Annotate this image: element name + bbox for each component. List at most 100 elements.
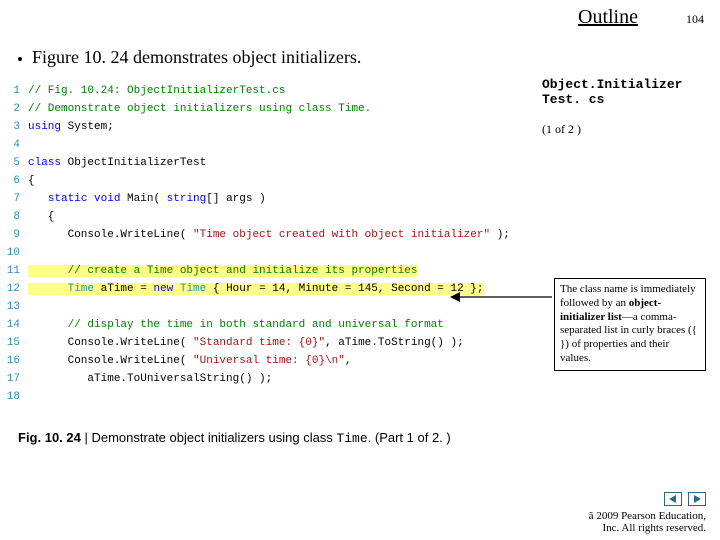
prev-button[interactable] [664,492,682,506]
code-token: [] args ) [206,193,265,205]
code-line: 3using System; [4,118,540,136]
code-token: string [167,193,207,205]
code-token: System; [61,121,114,133]
code-token: "Universal time: {0}\n" [193,355,345,367]
code-token: "Standard time: {0}" [193,337,325,349]
line-number: 11 [4,262,28,280]
code-token: Console.WriteLine( [28,355,193,367]
code-token: { [28,211,54,223]
side-filename: Object.Initializer Test. cs [542,78,708,108]
code-content: Console.WriteLine( "Time object created … [28,229,510,241]
code-line: 15 Console.WriteLine( "Standard time: {0… [4,334,540,352]
line-number: 18 [4,388,28,406]
code-content: // Fig. 10.24: ObjectInitializerTest.cs [28,85,285,97]
code-token: new [153,283,173,295]
code-content: Console.WriteLine( "Universal time: {0}\… [28,355,351,367]
code-token: Main( [120,193,166,205]
triangle-right-icon [692,494,702,504]
code-token [173,283,180,295]
code-line: 6{ [4,172,540,190]
line-number: 7 [4,190,28,208]
code-line: 10 [4,244,540,262]
code-token: "Time object created with object initial… [193,229,490,241]
caption-text2: . (Part 1 of 2. ) [368,430,451,445]
line-number: 8 [4,208,28,226]
side-filename-line2: Test. cs [542,92,604,107]
code-line: 11 // create a Time object and initializ… [4,262,540,280]
caption-text1: Demonstrate object initializers using cl… [91,430,336,445]
code-token: // create a Time object and initialize i… [68,265,418,277]
code-line: 4 [4,136,540,154]
code-pane: 1// Fig. 10.24: ObjectInitializerTest.cs… [0,76,540,406]
code-content: using System; [28,121,114,133]
line-number: 5 [4,154,28,172]
line-number: 9 [4,226,28,244]
code-line: 9 Console.WriteLine( "Time object create… [4,226,540,244]
code-token: aTime.ToUniversalString() ); [28,373,272,385]
code-token: // display the time in both standard and… [68,319,444,331]
caption-mono: Time [336,431,367,446]
outline-heading: Outline [578,6,638,29]
code-line: 1// Fig. 10.24: ObjectInitializerTest.cs [4,82,540,100]
code-line: 16 Console.WriteLine( "Universal time: {… [4,352,540,370]
line-number: 1 [4,82,28,100]
line-number: 3 [4,118,28,136]
line-number: 2 [4,100,28,118]
code-content: class ObjectInitializerTest [28,157,206,169]
page-number: 104 [686,12,704,27]
code-token [28,283,68,295]
code-token [28,193,48,205]
code-line: 5class ObjectInitializerTest [4,154,540,172]
copyright-line1: 2009 Pearson Education, [594,510,706,522]
line-number: 13 [4,298,28,316]
code-token: Time [180,283,206,295]
code-token: Console.WriteLine( [28,337,193,349]
bullet-intro: Figure 10. 24 demonstrates object initia… [0,29,720,76]
line-number: 16 [4,352,28,370]
line-number: 12 [4,280,28,298]
slide-nav [589,492,706,506]
code-token: { Hour = 14, Minute = 145, Second = 12 }… [206,283,483,295]
code-token: static [48,193,88,205]
line-number: 15 [4,334,28,352]
line-number: 4 [4,136,28,154]
code-line: 8 { [4,208,540,226]
code-token: Console.WriteLine( [28,229,193,241]
code-token: // Demonstrate object initializers using… [28,103,371,115]
code-token [28,319,68,331]
callout-box: The class name is immediately followed b… [554,278,706,371]
code-content: // display the time in both standard and… [28,319,444,331]
code-token: aTime = [94,283,153,295]
arrow-icon [450,290,552,304]
code-content: aTime.ToUniversalString() ); [28,373,272,385]
code-content: static void Main( string[] args ) [28,193,266,205]
code-content: Time aTime = new Time { Hour = 14, Minut… [28,283,484,295]
code-line: 17 aTime.ToUniversalString() ); [4,370,540,388]
code-token: , aTime.ToString() ); [325,337,464,349]
caption-lead: Fig. 10. 24 [18,430,84,445]
code-token: class [28,157,61,169]
code-token: // Fig. 10.24: ObjectInitializerTest.cs [28,85,285,97]
triangle-left-icon [668,494,678,504]
figure-caption: Fig. 10. 24 | Demonstrate object initial… [0,406,720,446]
code-token: ); [490,229,510,241]
line-number: 17 [4,370,28,388]
code-line: 2// Demonstrate object initializers usin… [4,100,540,118]
code-content: // create a Time object and initialize i… [28,265,417,277]
code-token: , [345,355,352,367]
line-number: 10 [4,244,28,262]
line-number: 6 [4,172,28,190]
copyright-line2: Inc. All rights reserved. [602,522,706,534]
code-token: Time [68,283,94,295]
side-part-indicator: (1 of 2 ) [542,122,708,137]
code-content: { [28,175,35,187]
copyright: ã 2009 Pearson Education, Inc. All right… [589,510,706,534]
bullet-icon [18,57,22,61]
code-line: 14 // display the time in both standard … [4,316,540,334]
next-button[interactable] [688,492,706,506]
code-token: void [94,193,120,205]
code-token: using [28,121,61,133]
code-line: 7 static void Main( string[] args ) [4,190,540,208]
code-token [28,265,68,277]
code-token: { [28,175,35,187]
